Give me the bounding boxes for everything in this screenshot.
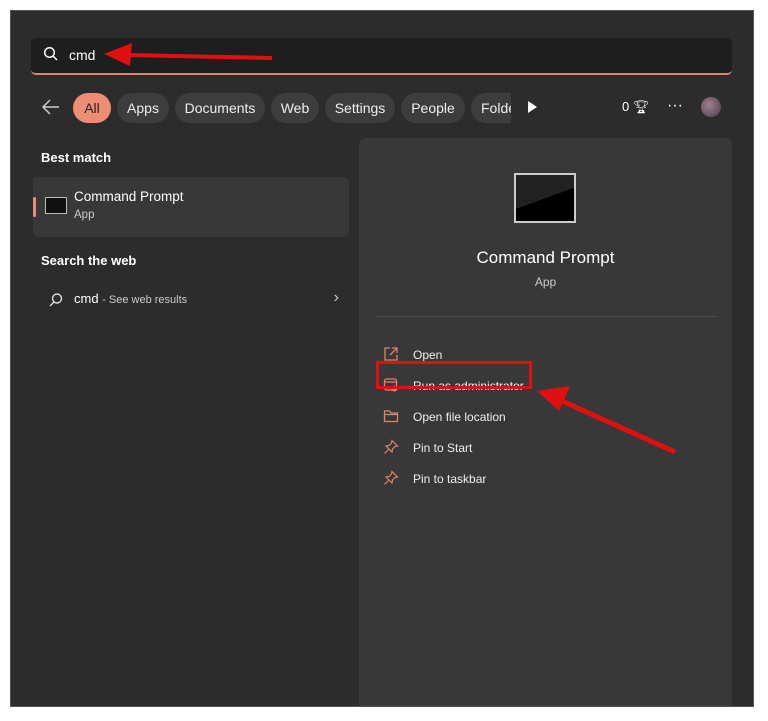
annotation-arrows bbox=[104, 43, 677, 455]
annotation-arrow-admin bbox=[537, 386, 677, 455]
annotation-arrow-search bbox=[104, 43, 273, 66]
